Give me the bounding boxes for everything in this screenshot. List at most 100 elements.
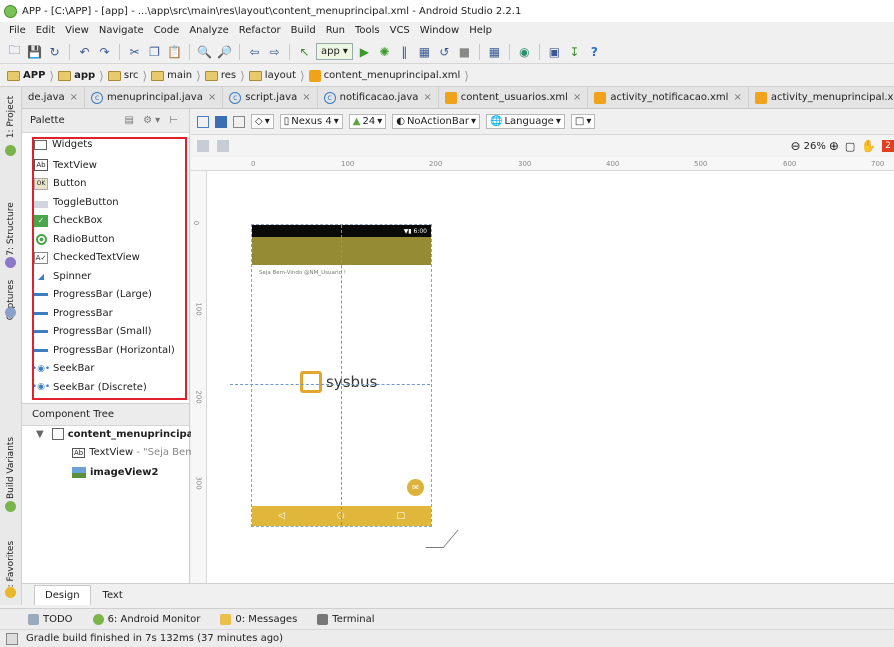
tool-todo[interactable]: TODO (28, 613, 73, 625)
tool-android-monitor[interactable]: 6: Android Monitor (92, 613, 200, 625)
close-icon[interactable]: × (302, 92, 310, 103)
save-icon[interactable]: 💾 (26, 43, 43, 60)
close-icon[interactable]: × (733, 92, 741, 103)
palette-item-radiobutton[interactable]: RadioButton (34, 230, 184, 249)
render-options-select[interactable]: ◇ ▾ (251, 114, 274, 129)
redo-icon[interactable]: ↷ (96, 43, 113, 60)
run-icon[interactable]: ▶ (356, 43, 373, 60)
orientation-icon[interactable] (233, 115, 245, 128)
palette-item-progressbar-horizontal[interactable]: ProgressBar (Horizontal) (34, 341, 184, 360)
menu-run[interactable]: Run (321, 22, 350, 40)
find-icon[interactable]: 🔍 (196, 43, 213, 60)
project-structure-icon[interactable]: ▦ (486, 43, 503, 60)
palette-item-checkbox[interactable]: ✓ CheckBox (34, 212, 184, 231)
debug-icon[interactable]: ✺ (376, 43, 393, 60)
expand-arrow-icon[interactable]: ▼ (36, 429, 44, 440)
tool-windows-toggle-icon[interactable] (6, 632, 18, 645)
copy-icon[interactable]: ❐ (146, 43, 163, 60)
device-frame-select[interactable]: □ ▾ (570, 114, 596, 129)
close-icon[interactable]: × (423, 92, 431, 103)
apply-changes-icon[interactable]: ▦ (416, 43, 433, 60)
menu-window[interactable]: Window (415, 22, 464, 40)
blueprint-mode-icon[interactable] (215, 115, 227, 128)
tab-menuprincipal-java[interactable]: c menuprincipal.java × (85, 87, 224, 108)
forward-icon[interactable]: ⇨ (266, 43, 283, 60)
menu-file[interactable]: File (4, 22, 31, 40)
menu-view[interactable]: View (60, 22, 94, 40)
palette-settings-icon[interactable]: ▤ ⚙▾ ⊢ (124, 115, 181, 126)
api-level-select[interactable]: ▲ 24 ▾ (348, 114, 387, 129)
theme-select[interactable]: ◐ NoActionBar ▾ (392, 114, 481, 129)
language-select[interactable]: 🌐 Language ▾ (486, 114, 565, 129)
menu-tools[interactable]: Tools (350, 22, 385, 40)
back-icon[interactable]: ⇦ (246, 43, 263, 60)
sysbus-logo[interactable]: sysbus (300, 371, 377, 393)
fit-screen-icon[interactable]: ▢ (845, 140, 855, 153)
sdk-manager-icon[interactable]: ↧ (566, 43, 583, 60)
replace-icon[interactable]: 🔎 (216, 43, 233, 60)
help-icon[interactable]: ? (586, 43, 603, 60)
close-icon[interactable]: × (70, 92, 78, 103)
tab-content-usuarios-xml[interactable]: content_usuarios.xml × (439, 87, 589, 108)
tree-item-imageview[interactable]: imageView2 (72, 467, 159, 478)
breadcrumb-src[interactable]: src (105, 70, 142, 81)
menu-edit[interactable]: Edit (31, 22, 60, 40)
mail-fab[interactable]: ✉ (407, 479, 424, 496)
breadcrumb-app-root[interactable]: APP (4, 70, 48, 81)
tab-activity-menuprincipal-xml[interactable]: activity_menuprincipal.xml× (749, 87, 894, 108)
palette-item-seekbar-discrete[interactable]: •◉• SeekBar (Discrete) (32, 378, 184, 397)
nav-recents-icon[interactable]: □ (397, 511, 406, 521)
tab-de-java[interactable]: de.java × (22, 87, 86, 108)
breadcrumb-file[interactable]: content_menuprincipal.xml (306, 69, 464, 82)
breadcrumb-layout[interactable]: layout (246, 70, 299, 81)
tab-structure[interactable]: 7: Structure (0, 199, 22, 259)
tool-messages[interactable]: 0: Messages (220, 613, 297, 625)
cut-icon[interactable]: ✂ (126, 43, 143, 60)
palette-item-progressbar-large[interactable]: ProgressBar (Large) (34, 286, 184, 305)
breadcrumb-res[interactable]: res (202, 70, 239, 81)
attach-debugger-icon[interactable]: ‖ (396, 43, 413, 60)
breadcrumb-app-module[interactable]: app (55, 70, 98, 81)
tab-notificacao-java[interactable]: c notificacao.java × (318, 87, 439, 108)
zoom-out-icon[interactable]: ⊖ (791, 139, 801, 153)
palette-item-seekbar[interactable]: •◉• SeekBar (32, 360, 184, 379)
tab-design[interactable]: Design (34, 585, 91, 605)
undo-icon[interactable]: ↶ (76, 43, 93, 60)
properties-toggle-icon[interactable] (217, 140, 229, 152)
tab-activity-notificacao-xml[interactable]: activity_notificacao.xml × (588, 87, 749, 108)
menu-build[interactable]: Build (286, 22, 321, 40)
palette-item-togglebutton[interactable]: ToggleButton (34, 193, 184, 212)
close-icon[interactable]: × (208, 92, 216, 103)
run-configuration-select[interactable]: app ▾ (316, 43, 353, 60)
design-mode-icon[interactable] (197, 115, 209, 128)
pan-hand-icon[interactable]: ✋ (861, 139, 876, 153)
palette-item-checkedtextview[interactable]: A✓ CheckedTextView (34, 249, 184, 268)
menu-code[interactable]: Code (149, 22, 185, 40)
make-project-icon[interactable]: ↖ (296, 43, 313, 60)
tab-build-variants[interactable]: Build Variants (0, 433, 22, 503)
menu-vcs[interactable]: VCS (385, 22, 415, 40)
palette-toggle-icon[interactable] (197, 140, 209, 152)
avd-manager-icon[interactable]: ▣ (546, 43, 563, 60)
menu-navigate[interactable]: Navigate (94, 22, 149, 40)
palette-item-textview[interactable]: Ab TextView (34, 156, 184, 175)
tree-item-textview[interactable]: Ab TextView - "Seja Bem (72, 447, 195, 458)
tab-text[interactable]: Text (93, 585, 133, 605)
paste-icon[interactable]: 📋 (166, 43, 183, 60)
error-badge[interactable]: 2 (882, 140, 894, 152)
device-select[interactable]: ▯ Nexus 4 ▾ (279, 114, 343, 129)
palette-item-progressbar-small[interactable]: ProgressBar (Small) (34, 323, 184, 342)
tab-script-java[interactable]: c script.java × (223, 87, 318, 108)
palette-item-progressbar[interactable]: ProgressBar (34, 304, 184, 323)
close-icon[interactable]: × (573, 92, 581, 103)
tab-project[interactable]: 1: Project (0, 91, 22, 143)
nav-back-icon[interactable]: ◁ (278, 511, 285, 521)
menu-refactor[interactable]: Refactor (234, 22, 286, 40)
zoom-in-icon[interactable]: ⊕ (829, 139, 839, 153)
open-folder-icon[interactable]: 🗀 (6, 43, 23, 60)
breadcrumb-main[interactable]: main (148, 70, 195, 81)
menu-help[interactable]: Help (464, 22, 497, 40)
sync-gradle-icon[interactable]: ◉ (516, 43, 533, 60)
palette-item-button[interactable]: OK Button (34, 175, 184, 194)
palette-item-spinner[interactable]: ◢ Spinner (34, 267, 184, 286)
